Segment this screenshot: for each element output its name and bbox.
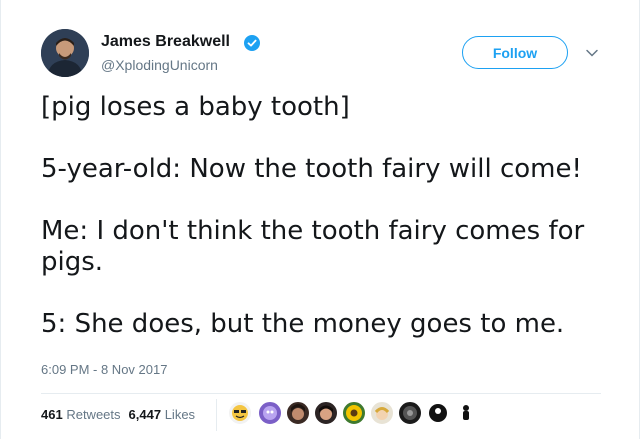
retweets-count: 461 [41,407,63,422]
tweet-line [41,278,591,309]
liker-avatar[interactable] [454,401,478,425]
tweet-line [41,185,591,216]
author-avatar[interactable] [41,29,89,77]
tweet-text: [pig loses a baby tooth] 5-year-old: Now… [41,92,591,340]
retweets-stat[interactable]: 461 Retweets [41,407,121,422]
liker-avatar[interactable] [342,401,366,425]
tweet-line: 5: She does, but the money goes to me. [41,309,565,339]
author-handle[interactable]: @XplodingUnicorn [101,57,218,73]
follow-button[interactable]: Follow [462,36,568,69]
tweet-line [41,123,591,154]
likes-label: Likes [164,407,196,422]
tweet-line: [pig loses a baby tooth] [41,92,350,122]
tweet-card: James Breakwell @XplodingUnicorn Follow … [0,0,640,439]
liker-avatar[interactable] [426,401,450,425]
liker-avatar[interactable] [258,401,282,425]
tweet-line: pigs. [41,247,104,277]
tweet-timestamp[interactable]: 6:09 PM - 8 Nov 2017 [41,362,167,377]
author-name[interactable]: James Breakwell [101,33,230,51]
stats-divider [216,399,217,431]
chevron-down-icon[interactable] [585,46,599,60]
likes-stat[interactable]: 6,447 Likes [129,407,196,422]
retweets-label: Retweets [66,407,121,422]
liker-avatar[interactable] [398,401,422,425]
likes-count: 6,447 [128,407,162,422]
liker-avatar[interactable] [286,401,310,425]
liker-avatar[interactable] [314,401,338,425]
liker-avatar[interactable] [228,401,252,425]
tweet-line: Me: I don't think the tooth fairy comes … [41,216,585,246]
divider [41,393,601,394]
verified-badge-icon [244,35,260,51]
tweet-stats: 461 Retweets 6,447 Likes [41,407,195,422]
liker-avatar[interactable] [370,401,394,425]
tweet-line: 5-year-old: Now the tooth fairy will com… [41,154,582,184]
author-avatar-image [41,29,89,77]
